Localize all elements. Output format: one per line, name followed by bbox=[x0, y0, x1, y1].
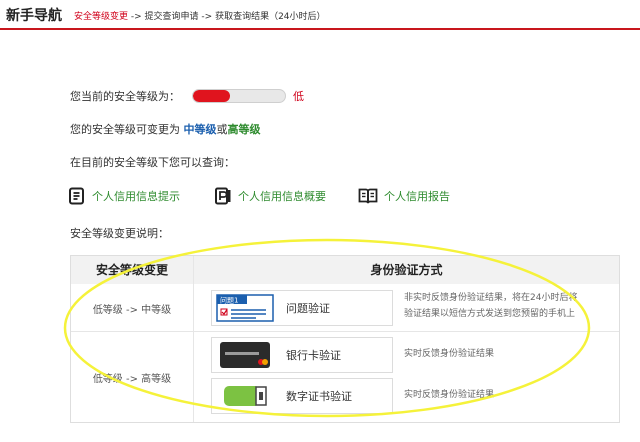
header: 新手导航 安全等级变更 -> 提交查询申请 -> 获取查询结果（24小时后） bbox=[0, 0, 640, 30]
digital-certificate-verification-desc: 实时反馈身份验证结果 bbox=[404, 390, 495, 400]
link-label: 个人信用信息概要 bbox=[238, 190, 326, 203]
security-level-fill bbox=[193, 90, 230, 102]
question-card-icon: 问题1 bbox=[216, 294, 274, 322]
breadcrumb-step-1: 安全等级变更 bbox=[74, 12, 129, 22]
security-change-table: 安全等级变更 身份验证方式 低等级 -> 中等级 问题1 问题验证 非实时反馈身… bbox=[70, 255, 620, 423]
method-label: 数字证书验证 bbox=[286, 390, 352, 403]
method-label: 银行卡验证 bbox=[286, 349, 341, 362]
row-level-low-to-mid: 低等级 -> 中等级 bbox=[92, 305, 172, 316]
method-label: 问题验证 bbox=[286, 302, 330, 315]
document-p-icon bbox=[215, 187, 231, 205]
breadcrumb-separator: -> bbox=[198, 12, 216, 22]
question-verification-desc: 非实时反馈身份验证结果，将在24小时后将 验证结果以短信方式发送到您预留的手机上 bbox=[404, 290, 577, 322]
option-or: 或 bbox=[216, 123, 228, 136]
question-verification-button[interactable]: 问题1 问题验证 bbox=[211, 290, 393, 326]
row-divider bbox=[71, 331, 619, 332]
header-divider bbox=[0, 28, 640, 30]
security-level-bar bbox=[192, 89, 286, 103]
security-level-value: 低 bbox=[293, 90, 304, 103]
bank-card-verification-button[interactable]: 银行卡验证 bbox=[211, 337, 393, 373]
change-prefix: 您的安全等级可变更为 bbox=[70, 123, 184, 136]
table-header-level-change: 安全等级变更 bbox=[71, 256, 193, 284]
query-label: 在目前的安全等级下您可以查询： bbox=[70, 156, 235, 169]
question-card-text: 问题1 bbox=[220, 297, 238, 305]
current-level-label: 您当前的安全等级为： bbox=[70, 90, 180, 103]
bank-card-icon bbox=[220, 342, 270, 368]
breadcrumb-step-2: 提交查询申请 bbox=[144, 12, 199, 22]
link-label: 个人信用信息提示 bbox=[92, 190, 180, 203]
link-credit-info-tip[interactable]: 个人信用信息提示 bbox=[68, 187, 180, 205]
explanation-label: 安全等级变更说明： bbox=[70, 227, 169, 240]
column-divider bbox=[193, 256, 194, 422]
open-book-icon bbox=[358, 188, 378, 204]
bank-card-verification-desc: 实时反馈身份验证结果 bbox=[404, 349, 495, 359]
digital-certificate-verification-button[interactable]: 数字证书验证 bbox=[211, 378, 393, 414]
option-high-level: 高等级 bbox=[227, 123, 261, 136]
page-title: 新手导航 bbox=[6, 8, 62, 24]
link-label: 个人信用报告 bbox=[384, 190, 450, 203]
usb-key-icon bbox=[224, 386, 267, 406]
breadcrumb: 安全等级变更 -> 提交查询申请 -> 获取查询结果（24小时后） bbox=[74, 9, 326, 22]
link-credit-report[interactable]: 个人信用报告 bbox=[358, 187, 450, 205]
row-level-low-to-high: 低等级 -> 高等级 bbox=[92, 374, 172, 385]
document-lines-icon bbox=[69, 187, 84, 205]
change-options-text: 您的安全等级可变更为 中等级或高等级 bbox=[70, 121, 261, 137]
breadcrumb-step-3: 获取查询结果（24小时后） bbox=[215, 12, 326, 22]
table-header-verification: 身份验证方式 bbox=[194, 256, 619, 284]
breadcrumb-separator: -> bbox=[128, 12, 145, 22]
desc-line: 非实时反馈身份验证结果，将在24小时后将 bbox=[404, 293, 578, 303]
desc-line: 验证结果以短信方式发送到您预留的手机上 bbox=[404, 309, 576, 319]
link-credit-info-summary[interactable]: 个人信用信息概要 bbox=[214, 187, 326, 205]
option-mid-level: 中等级 bbox=[183, 123, 217, 136]
